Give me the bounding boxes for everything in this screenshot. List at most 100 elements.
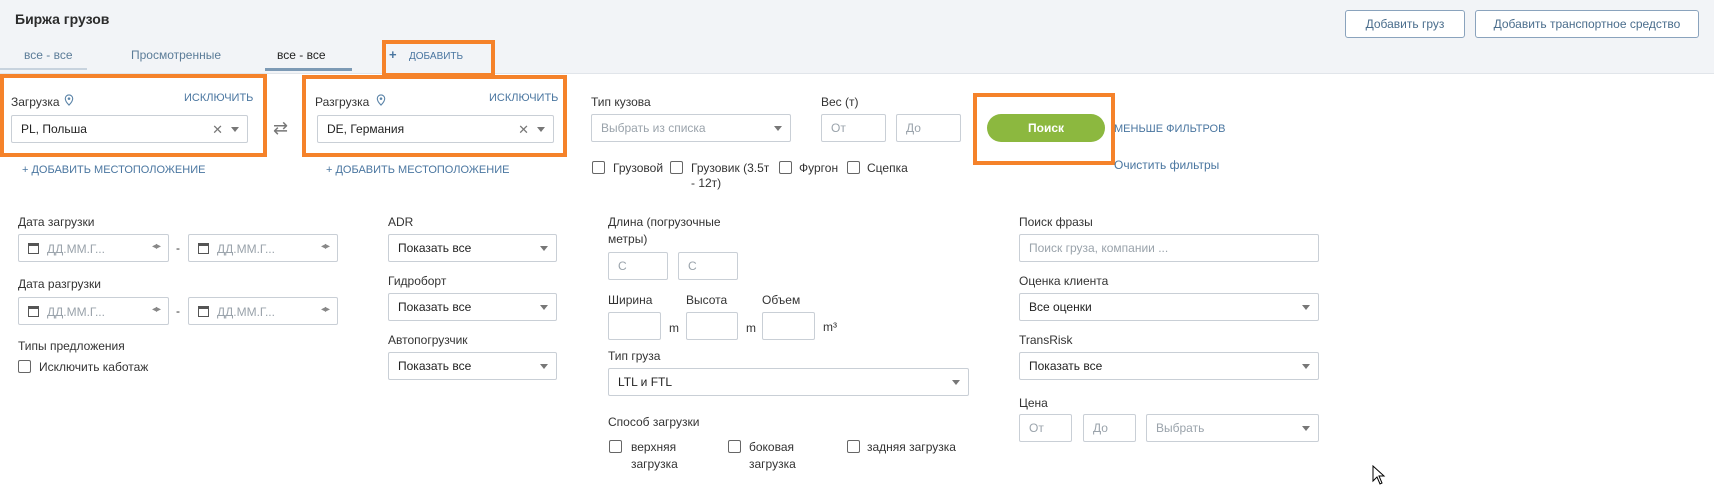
offer-types-label: Типы предложения: [18, 339, 125, 353]
date-range-dash: -: [176, 241, 180, 255]
rear-loading-label: задняя загрузка: [867, 440, 956, 454]
checkbox-small-truck[interactable]: [670, 161, 683, 174]
width-label: Ширина: [608, 293, 653, 307]
loading-add-location-label: ДОБАВИТЬ МЕСТОПОЛОЖЕНИЕ: [31, 164, 206, 176]
weight-to-input[interactable]: До: [896, 114, 961, 142]
length-label-line2: метры): [608, 232, 648, 246]
loading-method-label: Способ загрузки: [608, 415, 700, 429]
small-truck-option-label-line2: - 12т): [691, 176, 722, 190]
small-truck-option-label-line1: Грузовик (3.5т: [691, 161, 770, 175]
phrase-search-input[interactable]: Поиск груза, компании ...: [1019, 234, 1319, 262]
transrisk-select[interactable]: Показать все: [1019, 352, 1319, 380]
calendar-icon: [28, 306, 39, 317]
body-type-select[interactable]: Выбрать из списка: [591, 114, 791, 142]
van-option-label: Фургон: [799, 161, 839, 175]
stepper-arrows-icon[interactable]: ◂▸: [152, 241, 161, 252]
client-rating-value: Все оценки: [1029, 300, 1092, 314]
volume-unit: m³: [823, 320, 837, 334]
height-input[interactable]: [686, 312, 738, 340]
volume-input[interactable]: [762, 312, 815, 340]
unload-date-from-placeholder: ДД.ММ.Г...: [47, 305, 105, 319]
chevron-down-icon: [540, 246, 548, 251]
weight-from-input[interactable]: От: [821, 114, 886, 142]
top-loading-label-line1: верхняя: [631, 440, 677, 454]
cargo-type-label: Тип груза: [608, 349, 661, 363]
unload-date-from-input[interactable]: ДД.ММ.Г... ◂▸: [18, 297, 169, 325]
stepper-arrows-icon[interactable]: ◂▸: [321, 241, 330, 252]
adr-value: Показать все: [398, 241, 472, 255]
checkbox-van[interactable]: [779, 161, 792, 174]
forklift-value: Показать все: [398, 359, 472, 373]
height-unit: m: [746, 321, 756, 335]
unloading-add-location-label: ДОБАВИТЬ МЕСТОПОЛОЖЕНИЕ: [335, 164, 510, 176]
stepper-arrows-icon[interactable]: ◂▸: [321, 304, 330, 315]
chevron-down-icon: [1302, 305, 1310, 310]
client-rating-label: Оценка клиента: [1019, 274, 1109, 288]
price-currency-placeholder: Выбрать: [1156, 421, 1205, 435]
load-date-label: Дата загрузки: [18, 215, 95, 229]
price-label: Цена: [1019, 396, 1048, 410]
width-input[interactable]: [608, 312, 661, 340]
price-currency-select[interactable]: Выбрать: [1146, 414, 1319, 442]
adr-label: ADR: [388, 215, 414, 229]
unload-date-to-input[interactable]: ДД.ММ.Г... ◂▸: [188, 297, 338, 325]
load-date-from-input[interactable]: ДД.ММ.Г... ◂▸: [18, 234, 169, 262]
exclude-cabotage-label: Исключить каботаж: [39, 360, 149, 374]
swap-icon[interactable]: ⇄: [273, 118, 288, 139]
tail-lift-value: Показать все: [398, 300, 472, 314]
body-type-label: Тип кузова: [591, 95, 651, 109]
price-from-input[interactable]: От: [1019, 414, 1072, 442]
tail-lift-select[interactable]: Показать все: [388, 293, 557, 321]
unload-date-to-placeholder: ДД.ММ.Г...: [217, 305, 275, 319]
checkbox-truck[interactable]: [592, 161, 605, 174]
loading-add-location-link[interactable]: + ДОБАВИТЬ МЕСТОПОЛОЖЕНИЕ: [22, 164, 205, 176]
add-cargo-button[interactable]: Добавить груз: [1345, 10, 1465, 38]
height-label: Высота: [686, 293, 728, 307]
stepper-arrows-icon[interactable]: ◂▸: [152, 304, 161, 315]
highlight-unloading: [302, 75, 567, 157]
calendar-icon: [198, 243, 209, 254]
clear-filters-link[interactable]: Очистить фильтры: [1114, 158, 1219, 172]
load-date-to-input[interactable]: ДД.ММ.Г... ◂▸: [188, 234, 338, 262]
mouse-cursor-icon: [1372, 465, 1386, 485]
tail-lift-label: Гидроборт: [388, 274, 447, 288]
length-to-input[interactable]: С: [678, 252, 738, 280]
calendar-icon: [198, 306, 209, 317]
side-loading-label-line2: загрузка: [749, 457, 796, 471]
tab-indicator: [0, 68, 87, 70]
tab-all-all-1[interactable]: все - все: [24, 48, 73, 62]
highlight-loading: [0, 74, 267, 157]
adr-select[interactable]: Показать все: [388, 234, 557, 262]
chevron-down-icon: [952, 380, 960, 385]
trailer-option-label: Сцепка: [867, 161, 908, 175]
body-type-placeholder: Выбрать из списка: [601, 121, 706, 135]
date-range-dash: -: [176, 304, 180, 318]
truck-option-label: Грузовой: [613, 161, 664, 175]
checkbox-trailer[interactable]: [847, 161, 860, 174]
highlight-search: [973, 93, 1115, 165]
load-date-from-placeholder: ДД.ММ.Г...: [47, 242, 105, 256]
checkbox-top-loading[interactable]: [609, 440, 622, 453]
chevron-down-icon: [1302, 364, 1310, 369]
chevron-down-icon: [774, 126, 782, 131]
chevron-down-icon: [540, 305, 548, 310]
unloading-add-location-link[interactable]: + ДОБАВИТЬ МЕСТОПОЛОЖЕНИЕ: [326, 164, 509, 176]
fewer-filters-link[interactable]: МЕНЬШЕ ФИЛЬТРОВ: [1114, 123, 1225, 135]
load-date-to-placeholder: ДД.ММ.Г...: [217, 242, 275, 256]
tab-all-all-active[interactable]: все - все: [277, 48, 326, 62]
checkbox-side-loading[interactable]: [728, 440, 741, 453]
length-label-line1: Длина (погрузочные: [608, 215, 721, 229]
checkbox-exclude-cabotage[interactable]: [18, 360, 31, 373]
forklift-select[interactable]: Показать все: [388, 352, 557, 380]
side-loading-label-line1: боковая: [749, 440, 795, 454]
chevron-down-icon: [1302, 426, 1310, 431]
checkbox-rear-loading[interactable]: [847, 440, 860, 453]
cargo-type-select[interactable]: LTL и FTL: [608, 368, 969, 396]
client-rating-select[interactable]: Все оценки: [1019, 293, 1319, 321]
top-loading-label-line2: загрузка: [631, 457, 678, 471]
length-from-input[interactable]: С: [608, 252, 668, 280]
tab-viewed[interactable]: Просмотренные: [131, 48, 221, 62]
price-to-input[interactable]: До: [1083, 414, 1136, 442]
transrisk-label: TransRisk: [1019, 333, 1073, 347]
add-vehicle-button[interactable]: Добавить транспортное средство: [1475, 10, 1699, 38]
